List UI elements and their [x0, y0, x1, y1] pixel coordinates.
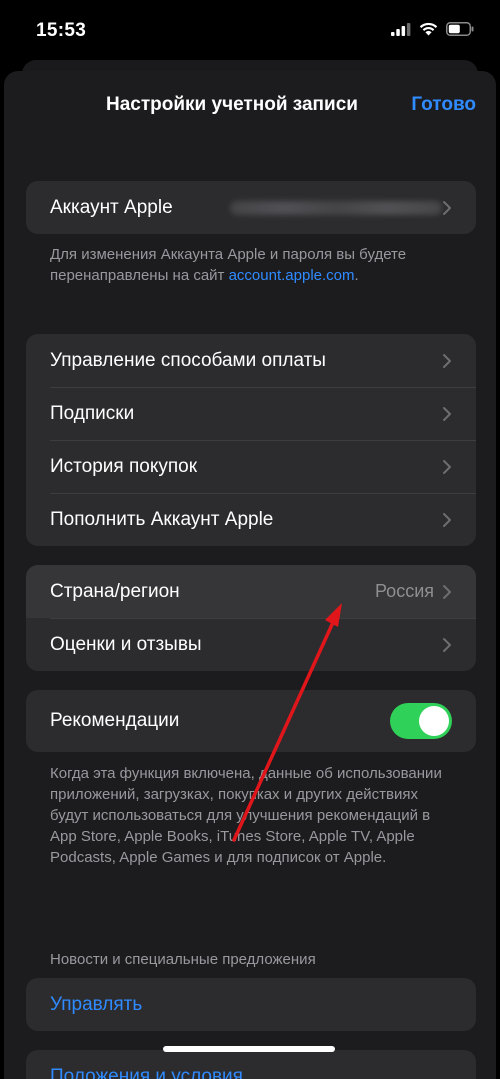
account-apple-link[interactable]: account.apple.com — [229, 267, 355, 284]
payment-methods-row[interactable]: Управление способами оплаты — [26, 334, 476, 387]
purchase-history-row[interactable]: История покупок — [26, 440, 476, 493]
add-funds-label: Пополнить Аккаунт Apple — [50, 508, 274, 530]
status-time: 15:53 — [36, 20, 87, 41]
apple-account-label: Аккаунт Apple — [50, 196, 173, 218]
terms-group: Положения и условия — [26, 1050, 476, 1079]
ratings-reviews-row[interactable]: Оценки и отзывы — [26, 618, 476, 671]
news-group: Управлять — [26, 978, 476, 1031]
purchase-history-label: История покупок — [50, 455, 198, 477]
chevron-right-icon — [443, 459, 451, 474]
country-region-row[interactable]: Страна/регион Россия — [26, 565, 476, 618]
news-section-header: Новости и специальные предложения — [50, 951, 316, 968]
country-region-label: Страна/регион — [50, 580, 180, 602]
chevron-right-icon — [443, 584, 451, 599]
account-footnote: Для изменения Аккаунта Apple и пароля вы… — [50, 244, 450, 286]
region-group: Страна/регион Россия Оценки и отзывы — [26, 565, 476, 671]
purchases-group: Управление способами оплаты Подписки Ист… — [26, 334, 476, 546]
chevron-right-icon — [443, 353, 451, 368]
manage-row[interactable]: Управлять — [26, 978, 476, 1031]
recommendations-footnote: Когда эта функция включена, данные об ис… — [50, 765, 442, 866]
toggle-knob — [419, 706, 449, 736]
chevron-right-icon — [443, 406, 451, 421]
country-region-value: Россия — [374, 581, 434, 601]
add-funds-row[interactable]: Пополнить Аккаунт Apple — [26, 493, 476, 546]
wifi-icon — [419, 22, 438, 36]
page-title: Настройки учетной записи — [106, 94, 358, 115]
redacted-email — [230, 200, 442, 215]
account-note-suffix: . — [354, 267, 359, 284]
cellular-signal-icon — [391, 22, 411, 36]
ratings-reviews-label: Оценки и отзывы — [50, 633, 202, 655]
subscriptions-label: Подписки — [50, 402, 135, 424]
manage-label: Управлять — [50, 993, 143, 1015]
account-group: Аккаунт Apple — [26, 181, 476, 234]
recommendations-row: Рекомендации — [26, 690, 476, 752]
subscriptions-row[interactable]: Подписки — [26, 387, 476, 440]
chevron-right-icon — [443, 512, 451, 527]
terms-row[interactable]: Положения и условия — [26, 1050, 476, 1079]
apple-account-row[interactable]: Аккаунт Apple — [26, 181, 476, 234]
battery-icon — [446, 22, 474, 36]
status-bar: 15:53 — [0, 0, 500, 62]
home-indicator — [163, 1046, 335, 1052]
recommendations-toggle[interactable] — [390, 703, 452, 739]
done-button[interactable]: Готово — [411, 94, 476, 116]
recommendations-group: Рекомендации — [26, 690, 476, 752]
payment-methods-label: Управление способами оплаты — [50, 349, 326, 371]
recommendations-label: Рекомендации — [50, 710, 180, 731]
status-icons — [391, 22, 474, 36]
terms-label: Положения и условия — [50, 1065, 243, 1079]
chevron-right-icon — [443, 200, 451, 215]
chevron-right-icon — [443, 637, 451, 652]
